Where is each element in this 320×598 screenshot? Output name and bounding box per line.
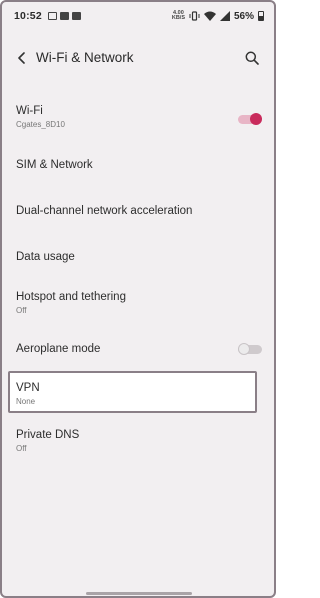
status-bar: 10:52 4.00 KB/S 56% [2,2,274,30]
item-subtitle-wifi: Cgates_8D10 [16,120,65,129]
search-button[interactable] [242,48,262,68]
item-subtitle-hotspot: Off [16,306,27,315]
notification-icons [47,12,81,20]
home-indicator[interactable] [86,592,192,595]
vibrate-icon [189,11,200,21]
item-title-hotspot: Hotspot and tethering [16,291,126,303]
list-item-wifi[interactable]: Wi-Fi Cgates_8D10 [16,105,266,129]
item-title-wifi: Wi-Fi [16,105,43,117]
wifi-toggle[interactable] [238,113,262,125]
net-speed: 4.00 KB/S [171,10,185,22]
toggle-thumb [238,343,250,355]
battery-percent: 56% [233,10,254,22]
image-icon [59,12,69,20]
item-title-sim-network: SIM & Network [16,159,93,171]
item-title-data-usage: Data usage [16,251,75,263]
list-item-vpn[interactable]: VPN None [16,382,266,406]
back-arrow-icon [18,52,25,64]
item-subtitle-vpn: None [16,397,36,406]
item-title-aeroplane-mode: Aeroplane mode [16,343,101,355]
search-icon [245,51,259,65]
page-title: Wi-Fi & Network [36,50,134,65]
signal-icon [219,11,230,21]
aeroplane-mode-toggle[interactable] [238,343,262,355]
toggle-thumb [250,113,262,125]
mail-icon [47,12,57,20]
status-time: 10:52 [14,10,42,22]
item-subtitle-private-dns: Off [16,444,27,453]
item-title-vpn: VPN [16,382,40,394]
status-right-icons: 4.00 KB/S 56% [172,2,264,30]
list-item-dual-channel[interactable]: Dual-channel network acceleration [16,205,266,217]
battery-icon [258,11,264,21]
item-title-dual-channel: Dual-channel network acceleration [16,205,193,217]
list-item-sim-network[interactable]: SIM & Network [16,159,266,171]
list-item-hotspot[interactable]: Hotspot and tethering Off [16,291,266,315]
app-bar: Wi-Fi & Network [2,40,274,76]
list-item-private-dns[interactable]: Private DNS Off [16,429,266,453]
image-icon [71,12,81,20]
net-speed-unit: KB/S [171,15,185,21]
wifi-icon [203,11,216,21]
item-title-private-dns: Private DNS [16,429,80,441]
back-button[interactable] [12,48,32,68]
phone-screen: 10:52 4.00 KB/S 56% Wi-Fi & Network Wi-F… [0,0,276,598]
list-item-data-usage[interactable]: Data usage [16,251,266,263]
list-item-aeroplane-mode[interactable]: Aeroplane mode [16,343,266,355]
